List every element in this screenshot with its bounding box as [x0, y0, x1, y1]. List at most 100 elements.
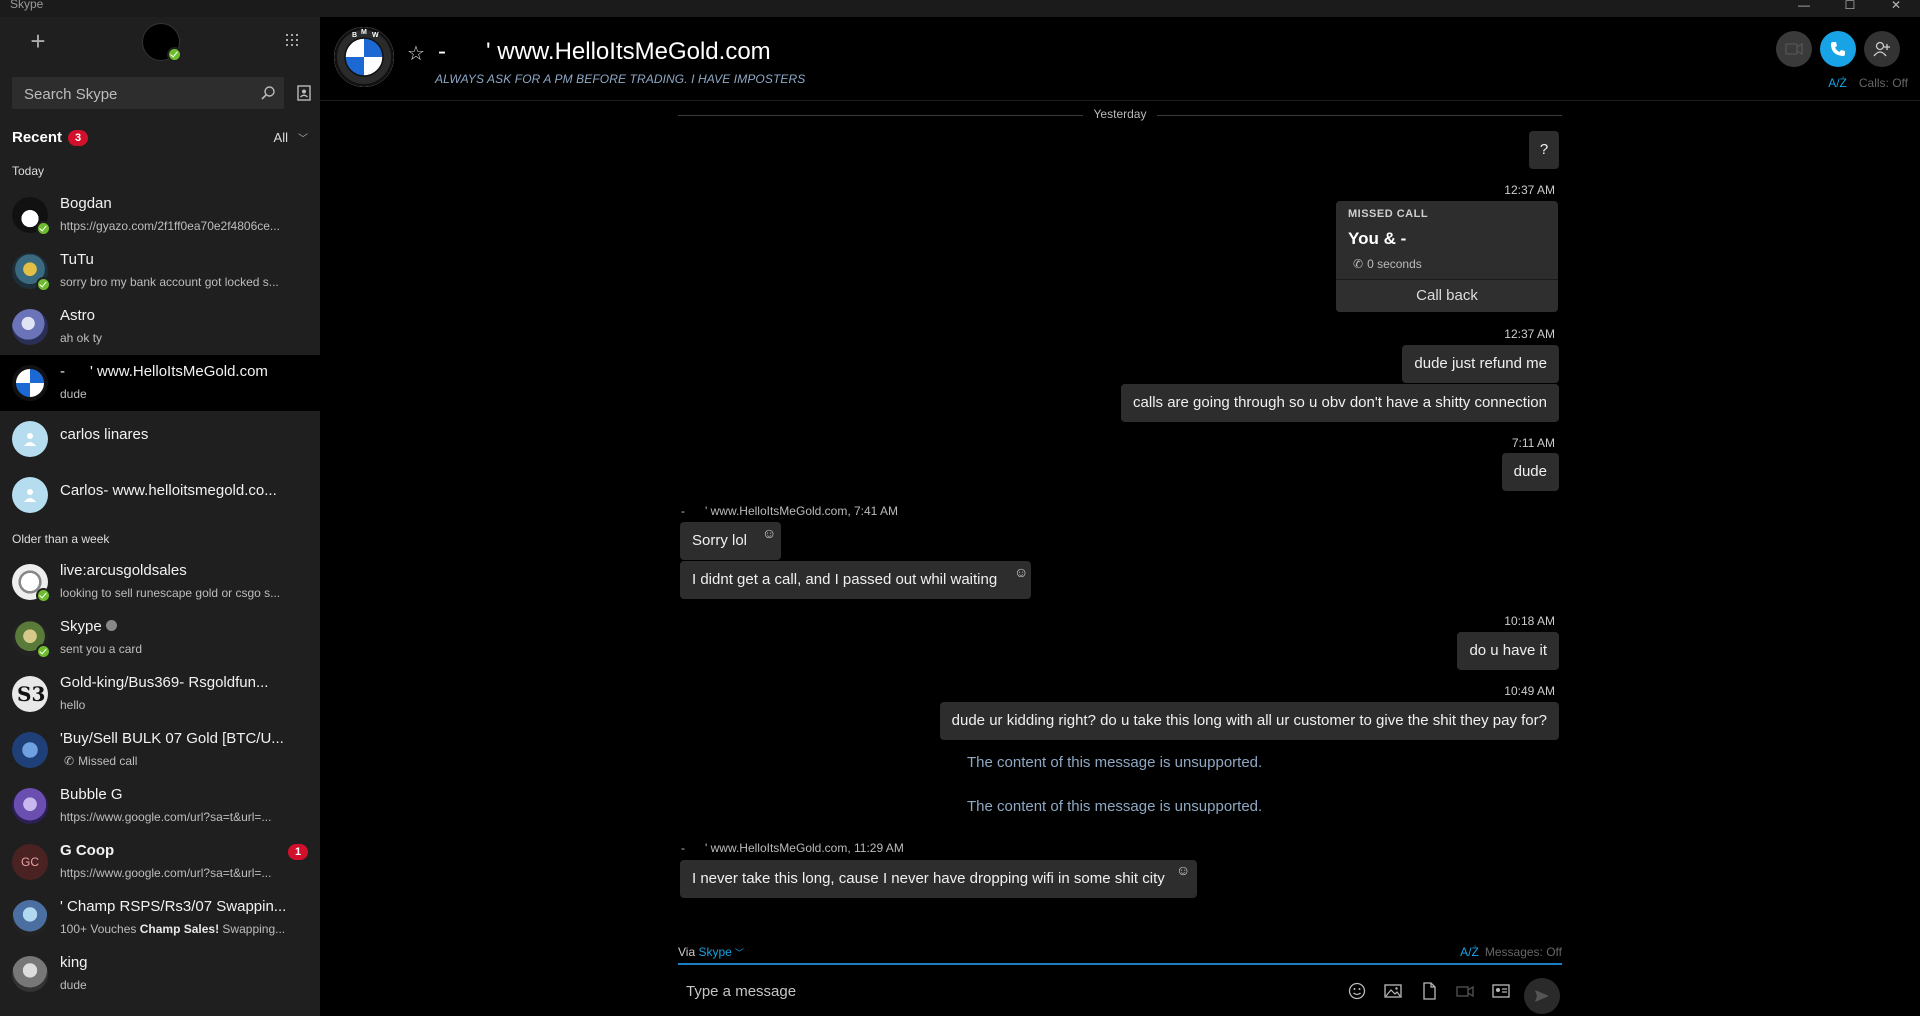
phone-icon — [1831, 42, 1845, 56]
chat-body: Yesterday ? 12:37 AM MISSED CALL You & -… — [320, 101, 1920, 931]
conversation-item[interactable]: Carlos- www.helloitsmegold.co... — [0, 467, 320, 523]
conversation-preview: dude — [60, 978, 87, 992]
calls-translator-status[interactable]: A/Ż Calls: Off — [1828, 76, 1908, 90]
preview-text: Missed call — [78, 754, 138, 768]
add-reaction-icon[interactable]: ☺ — [1176, 862, 1190, 878]
audio-call-button[interactable] — [1820, 31, 1856, 67]
recent-header: Recent 3 All ﹀ — [12, 129, 308, 149]
message-bubble-outgoing[interactable]: calls are going through so u obv don't h… — [1121, 384, 1559, 422]
conversation-item[interactable]: Bogdan https://gyazo.com/2f1ff0ea70e2f48… — [0, 187, 320, 243]
avatar — [12, 564, 51, 603]
online-status-icon — [36, 277, 51, 292]
sidebar-top: + — [0, 17, 320, 65]
message-bubble-incoming[interactable]: I never take this long, cause I never ha… — [680, 860, 1197, 898]
contacts-icon[interactable] — [297, 85, 311, 101]
conversation-preview: https://www.google.com/url?sa=t&url=... — [60, 866, 272, 880]
online-status-icon — [36, 588, 51, 603]
conversation-preview: 100+ Vouches Champ Sales! Swapping... — [60, 922, 290, 936]
conversation-item[interactable]: Bubble G https://www.google.com/url?sa=t… — [0, 778, 320, 834]
chat-header: B M W ☆ - ' www.HelloItsMeGold.com ALWAY… — [320, 17, 1920, 101]
minimize-icon[interactable]: — — [1794, 0, 1814, 14]
search-icon[interactable] — [260, 85, 276, 101]
conversation-preview: hello — [60, 698, 86, 712]
message-bubble-outgoing[interactable]: dude ur kidding right? do u take this lo… — [939, 702, 1559, 740]
message-bubble-outgoing[interactable]: do u have it — [1457, 632, 1559, 670]
emoji-icon[interactable] — [1348, 982, 1366, 1005]
send-icon — [1535, 990, 1549, 1002]
composer-focus-line — [678, 963, 1562, 965]
unsupported-message-notice: The content of this message is unsupport… — [967, 754, 1263, 771]
bmw-logo-avatar[interactable]: B M W — [334, 27, 394, 87]
day-separator-label: Yesterday — [1093, 107, 1147, 121]
section-older: Older than a week — [12, 532, 110, 546]
favorite-star-icon[interactable]: ☆ — [407, 41, 425, 66]
message-input[interactable] — [684, 978, 1288, 1004]
video-message-icon[interactable] — [1456, 982, 1474, 1005]
message-bubble-outgoing[interactable]: ? — [1529, 131, 1559, 169]
add-person-icon — [1873, 41, 1890, 57]
preview-text: 100+ Vouches — [60, 922, 140, 936]
send-button[interactable] — [1524, 978, 1560, 1014]
messages-translator-status[interactable]: A/Ż Messages: Off — [1460, 945, 1562, 959]
conversation-name: live:arcusgoldsales — [60, 562, 187, 579]
unread-badge: 1 — [288, 844, 308, 860]
messages-status-text: Messages: Off — [1484, 945, 1562, 959]
video-call-button[interactable] — [1776, 31, 1812, 67]
message-timestamp: 12:37 AM — [1504, 183, 1555, 197]
translator-icon: A/Ż — [1460, 945, 1479, 959]
conversation-item-selected[interactable]: - ' www.HelloItsMeGold.com dude — [0, 355, 320, 411]
translator-icon: A/Ż — [1828, 76, 1847, 90]
search-input[interactable] — [22, 77, 251, 111]
file-icon[interactable] — [1420, 982, 1438, 1005]
avatar — [12, 477, 48, 513]
avatar-initials: GC — [12, 844, 48, 880]
conversation-name: Bubble G — [60, 786, 123, 803]
preview-bold: Champ Sales! — [139, 922, 220, 936]
video-icon — [1785, 43, 1803, 55]
add-reaction-icon[interactable]: ☺ — [1014, 564, 1028, 580]
unsupported-message-notice: The content of this message is unsupport… — [967, 798, 1263, 815]
filter-label: All — [273, 130, 288, 145]
search-box — [12, 77, 284, 111]
contact-card-icon[interactable] — [1492, 982, 1510, 1005]
preview-text: Swapping... — [219, 922, 286, 936]
conversation-item[interactable]: 'Buy/Sell BULK 07 Gold [BTC/U... ✆ Missed… — [0, 722, 320, 778]
maximize-icon[interactable]: ☐ — [1840, 0, 1860, 14]
new-chat-button[interactable]: + — [26, 28, 50, 55]
conversation-item[interactable]: ' Champ RSPS/Rs3/07 Swappin... 100+ Vouc… — [0, 890, 320, 946]
avatar — [12, 365, 48, 401]
missed-call-card: MISSED CALL You & - ✆ 0 seconds Call back — [1336, 201, 1558, 312]
image-icon[interactable] — [1384, 982, 1402, 1005]
recent-filter-dropdown[interactable]: All ﹀ — [274, 130, 308, 145]
call-back-button[interactable]: Call back — [1336, 279, 1558, 312]
message-bubble-incoming[interactable]: I didnt get a call, and I passed out whi… — [680, 561, 1032, 599]
conversation-item[interactable]: GC G Coop https://www.google.com/url?sa=… — [0, 834, 320, 890]
missed-call-label: MISSED CALL — [1348, 208, 1429, 220]
chat-title[interactable]: - ' www.HelloItsMeGold.com — [438, 38, 771, 66]
avatar — [12, 732, 48, 768]
conversation-preview: looking to sell runescape gold or csgo s… — [60, 586, 281, 600]
conversation-item[interactable]: Astro ah ok ty — [0, 299, 320, 355]
profile-avatar[interactable] — [142, 23, 182, 62]
conversation-name: Gold-king/Bus369- Rsgoldfun... — [60, 674, 269, 691]
dialpad-icon[interactable] — [285, 33, 299, 47]
conversation-preview: ah ok ty — [60, 331, 103, 345]
message-bubble-outgoing[interactable]: dude just refund me — [1402, 345, 1559, 383]
via-brand: Skype — [698, 945, 732, 959]
conversation-item[interactable]: king dude — [0, 946, 320, 1002]
conversation-item[interactable]: S3 Gold-king/Bus369- Rsgoldfun... hello — [0, 666, 320, 722]
conversation-item[interactable]: Skype sent you a card — [0, 610, 320, 666]
conversation-item[interactable]: carlos linares — [0, 411, 320, 467]
add-reaction-icon[interactable]: ☺ — [762, 525, 776, 541]
add-people-button[interactable] — [1864, 31, 1900, 67]
online-status-icon — [36, 221, 51, 236]
via-selector[interactable]: Via Skype ﹀ — [678, 945, 744, 959]
avatar: S3 — [12, 676, 48, 712]
message-bubble-outgoing[interactable]: dude — [1501, 453, 1559, 491]
calls-status-text: Calls: Off — [1858, 76, 1908, 90]
conversation-name-text: Skype — [60, 618, 102, 635]
close-icon[interactable]: ✕ — [1886, 0, 1906, 14]
conversation-item[interactable]: live:arcusgoldsales looking to sell rune… — [0, 554, 320, 610]
conversation-name: carlos linares — [60, 426, 149, 443]
conversation-item[interactable]: TuTu sorry bro my bank account got locke… — [0, 243, 320, 299]
